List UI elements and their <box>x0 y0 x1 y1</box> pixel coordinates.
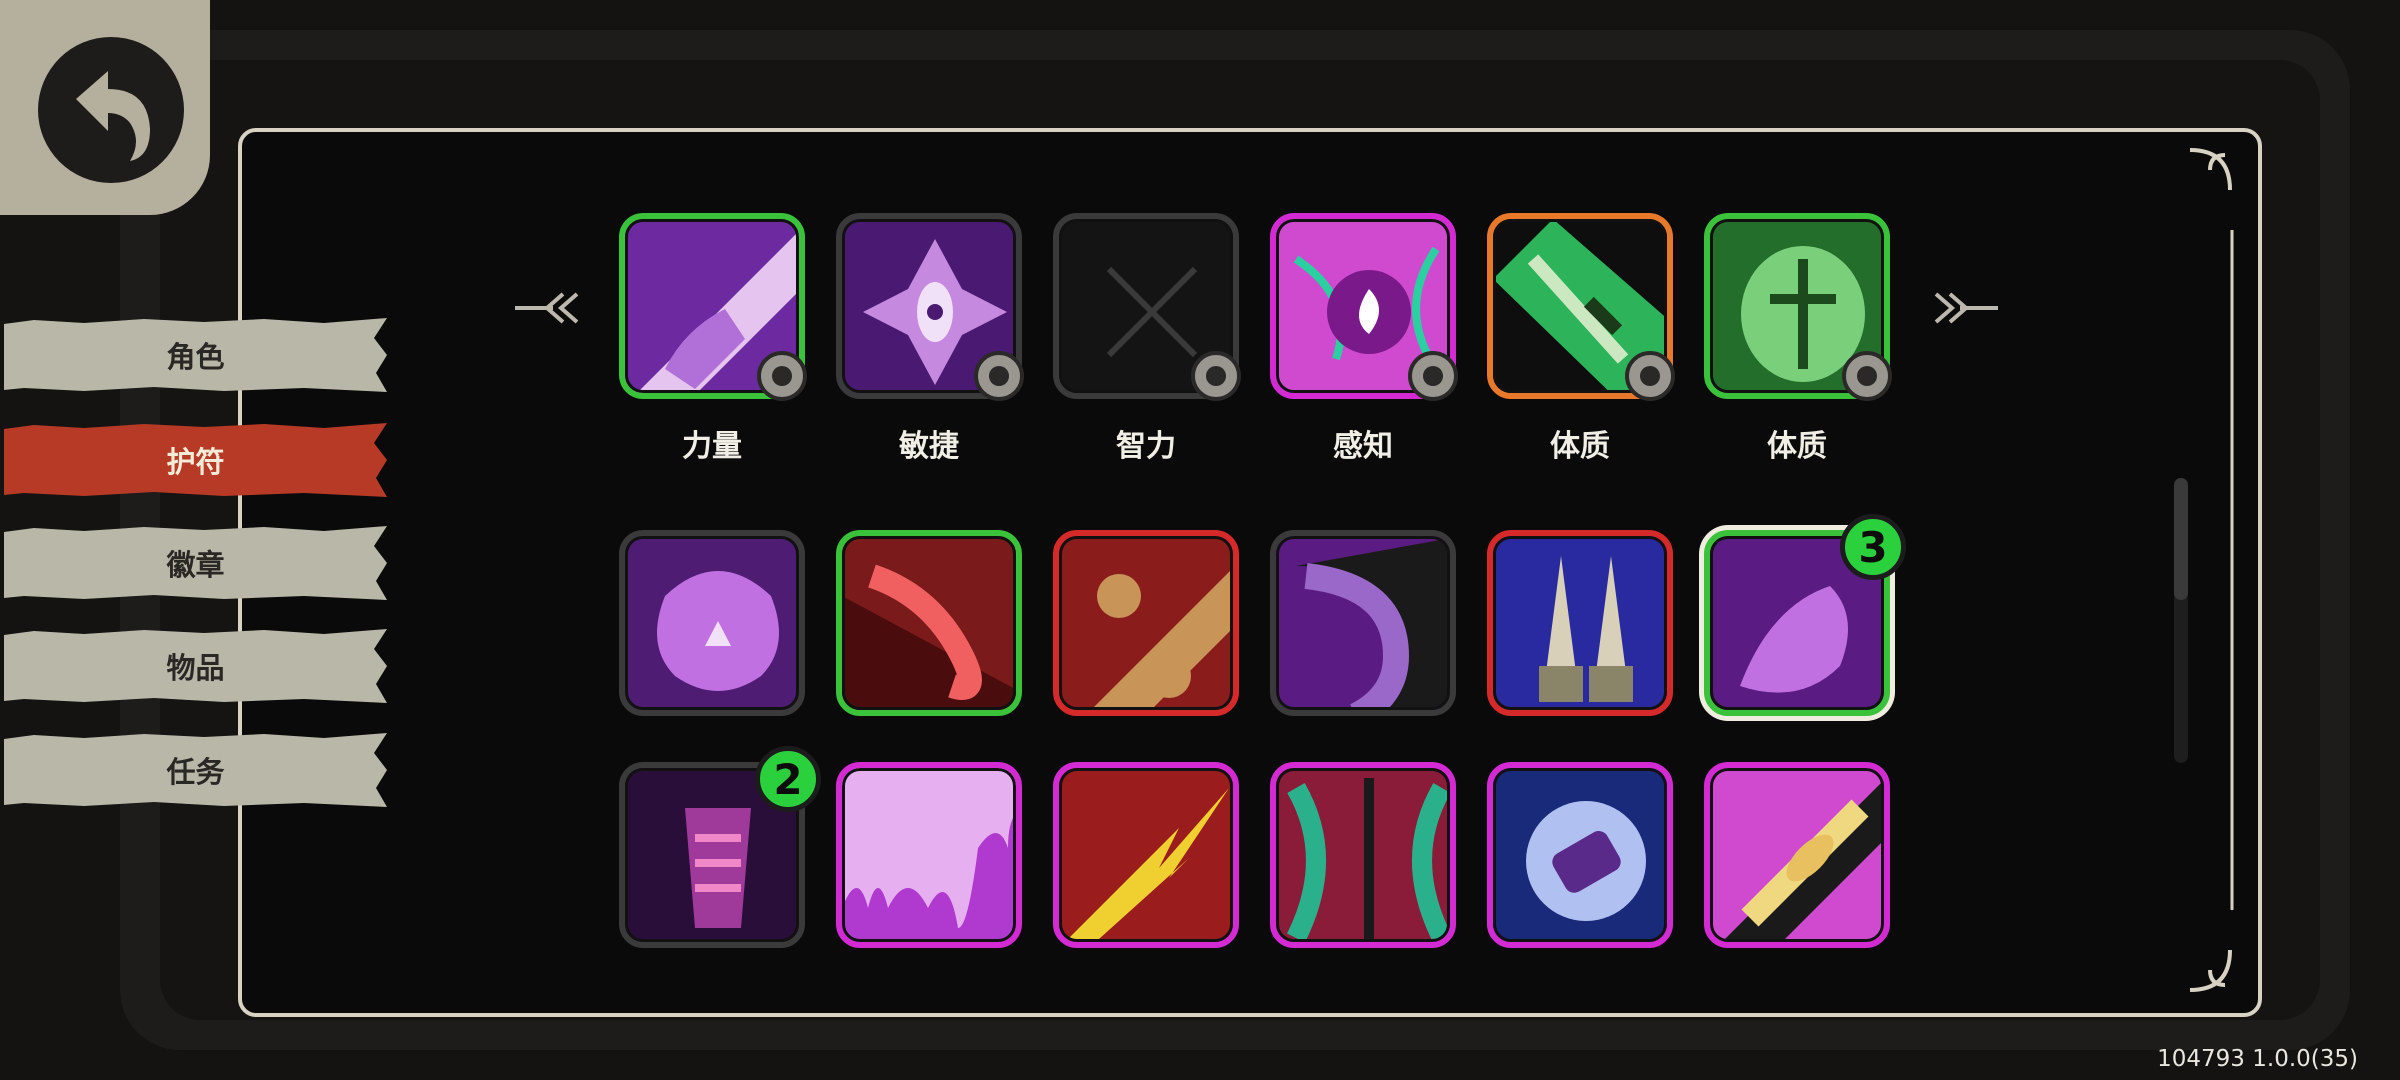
equipped-slot-label: 智力 <box>1116 429 1176 464</box>
crystal-burst-icon <box>1487 762 1673 948</box>
equipped-slot[interactable] <box>1053 213 1241 401</box>
inventory-slot[interactable] <box>1704 762 1890 948</box>
item-count-badge: 3 <box>1840 514 1906 580</box>
bone-spear-icon <box>1270 762 1456 948</box>
inventory-slot[interactable]: 2 <box>619 746 821 948</box>
inventory-slot[interactable] <box>619 530 805 716</box>
side-tab-0[interactable]: 角色 <box>4 318 387 392</box>
side-tab-label: 护符 <box>166 445 225 479</box>
chevron-right-double-icon <box>1934 292 1998 324</box>
equipped-slot-label: 体质 <box>1767 429 1827 464</box>
claw-fists-icon <box>1053 530 1239 716</box>
side-tab-3[interactable]: 物品 <box>4 629 387 703</box>
swirl-icon <box>1191 351 1241 401</box>
red-tongue-icon <box>836 530 1022 716</box>
side-tab-label: 任务 <box>166 755 225 789</box>
scrollbar-thumb[interactable] <box>2174 478 2188 600</box>
inventory-slot[interactable] <box>1487 762 1673 948</box>
golden-drill-icon <box>1704 762 1890 948</box>
side-tab-label: 物品 <box>166 651 225 685</box>
version-text: 104793 1.0.0(35) <box>2157 1046 2358 1072</box>
inventory-slot[interactable] <box>836 762 1022 948</box>
equipped-slot[interactable] <box>1270 213 1458 401</box>
inventory-slot[interactable] <box>1053 530 1239 716</box>
side-tab-4[interactable]: 任务 <box>4 733 387 807</box>
lightning-arrow-icon <box>1053 762 1239 948</box>
purple-skull-gem-icon <box>619 530 805 716</box>
shield-icon <box>1842 351 1892 401</box>
side-tab-1[interactable]: 护符 <box>4 423 387 497</box>
purple-slime-icon <box>836 762 1022 948</box>
side-tab-label: 徽章 <box>166 548 225 582</box>
inventory-slot[interactable] <box>1053 762 1239 948</box>
back-button[interactable] <box>0 0 210 215</box>
prev-page-button[interactable] <box>513 288 583 328</box>
equipped-slot[interactable] <box>836 213 1024 401</box>
equipped-slot-label: 体质 <box>1550 429 1610 464</box>
equipped-slot[interactable] <box>619 213 807 401</box>
equipped-slot-label: 力量 <box>682 429 742 464</box>
back-arrow-icon <box>38 37 184 183</box>
inventory-slot[interactable]: 3 <box>1704 514 1906 716</box>
equipped-slot-label: 敏捷 <box>899 429 959 464</box>
chevron-left-double-icon <box>515 292 579 324</box>
side-tab-2[interactable]: 徽章 <box>4 526 387 600</box>
item-count-badge: 2 <box>755 746 821 812</box>
inventory-slot[interactable] <box>1487 530 1673 716</box>
shield-icon <box>1625 351 1675 401</box>
purple-horn-icon <box>1270 530 1456 716</box>
inventory-slot[interactable] <box>1270 530 1456 716</box>
speed-chevron-icon <box>974 351 1024 401</box>
inventory-slot[interactable] <box>1270 762 1456 948</box>
inventory-slot[interactable] <box>836 530 1022 716</box>
equipped-slot[interactable] <box>1487 213 1675 401</box>
equipped-slot[interactable] <box>1704 213 1892 401</box>
twin-spikes-icon <box>1487 530 1673 716</box>
equipped-slot-label: 感知 <box>1333 429 1393 464</box>
side-tab-label: 角色 <box>166 340 225 374</box>
star-sparkle-icon <box>1408 351 1458 401</box>
flame-icon <box>757 351 807 401</box>
next-page-button[interactable] <box>1930 288 2000 328</box>
